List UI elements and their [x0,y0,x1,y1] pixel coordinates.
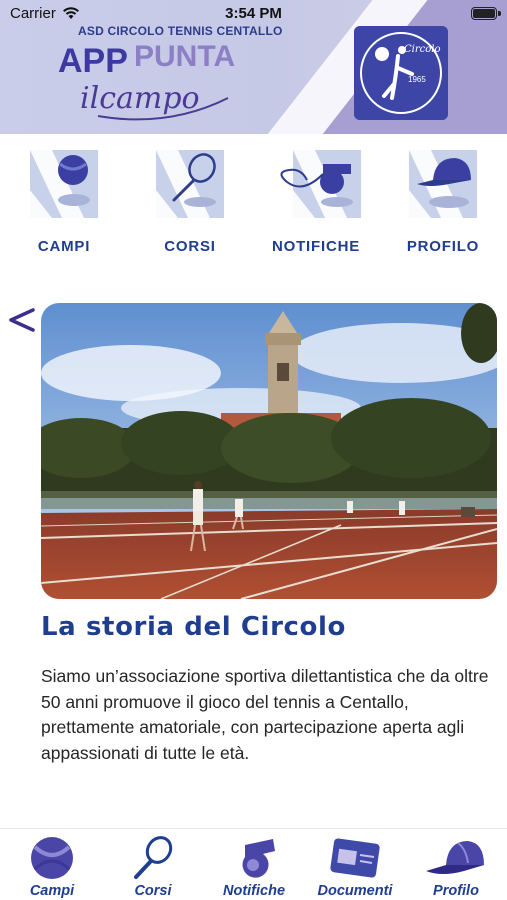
page-title: La storia del Circolo [41,612,346,642]
tab-label: Campi [29,883,75,899]
menu-item-notifiche[interactable]: NOTIFICHE [256,150,376,255]
menu-label: CAMPI [37,238,91,255]
logo-app-text: APP [58,42,128,80]
menu-label: NOTIFICHE [271,238,361,255]
racket-icon [134,836,173,879]
club-logo: Circolo 1965 [354,26,448,120]
top-menu: CAMPI CORSI NOTIFICHE PROFILO [0,134,507,274]
tab-label: Profilo [433,883,479,899]
card-icon [330,838,380,878]
tab-label: Documenti [317,883,393,899]
tab-notifiche[interactable]: Notifiche [209,835,299,899]
logo-tagline-text: ilcampo [80,81,200,116]
menu-item-profilo[interactable]: PROFILO [383,150,503,255]
logo-punta-text: PUNTA [134,40,235,73]
whistle-icon [242,839,275,878]
battery-icon [471,7,501,20]
menu-label: CORSI [164,238,216,255]
cap-icon [409,150,477,218]
status-bar: Carrier 3:54 PM [0,0,507,28]
tennis-ball-icon [31,837,73,879]
menu-item-campi[interactable]: CAMPI [4,150,124,255]
tab-documenti[interactable]: Documenti [310,835,400,899]
menu-label: PROFILO [406,238,480,255]
tab-bar: Campi Corsi Notifiche Documenti Profilo [0,828,507,900]
tab-label: Notifiche [222,883,286,899]
menu-item-corsi[interactable]: CORSI [130,150,250,255]
club-logo-year: 1965 [408,75,426,84]
app-header: Carrier 3:54 PM ASD CIRCOLO TENNIS CENTA… [0,0,507,134]
cap-icon [426,841,484,874]
racket-icon [156,150,224,218]
history-paragraph: Siamo un’associazione sportiva dilettant… [41,666,489,763]
tab-profilo[interactable]: Profilo [411,835,501,899]
status-time: 3:54 PM [225,5,282,22]
tab-corsi[interactable]: Corsi [108,835,198,899]
tennis-ball-icon [30,150,98,218]
slide-image[interactable] [41,303,497,599]
chevron-left-icon[interactable] [6,304,36,336]
club-logo-text: Circolo [404,44,440,55]
whistle-icon [280,150,361,218]
app-logo: APP PUNTA ilcampo [58,40,235,121]
tab-label: Corsi [134,883,172,899]
tab-campi[interactable]: Campi [7,835,97,899]
